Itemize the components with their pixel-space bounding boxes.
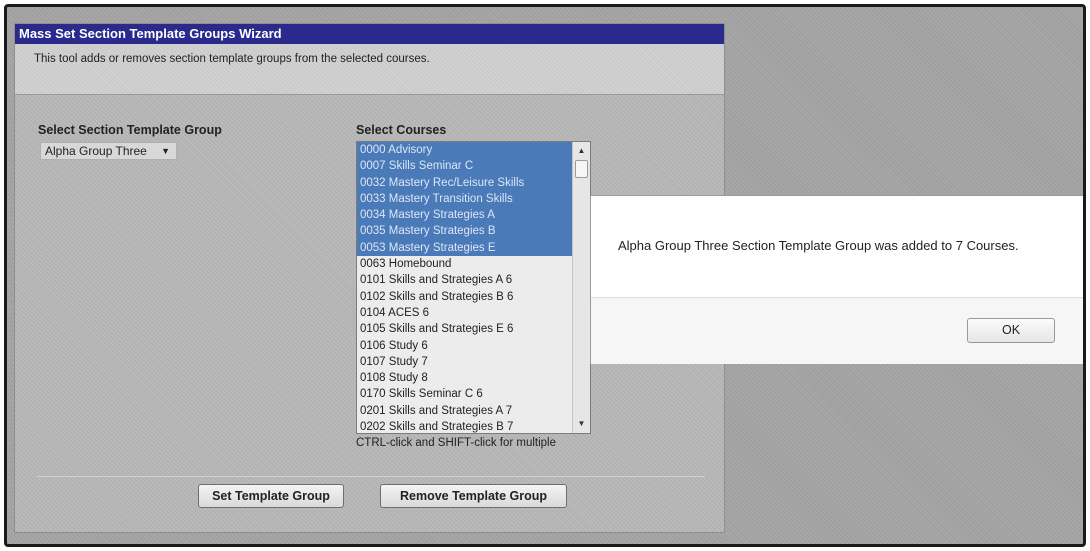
chevron-down-icon: ▼ (161, 146, 170, 156)
scrollbar-thumb[interactable] (575, 160, 588, 178)
wizard-title: Mass Set Section Template Groups Wizard (15, 24, 724, 44)
course-option[interactable]: 0053 Mastery Strategies E (357, 239, 573, 257)
multi-select-hint: CTRL-click and SHIFT-click for multiple (356, 437, 557, 449)
set-template-group-button[interactable]: Set Template Group (198, 484, 344, 508)
template-group-value: Alpha Group Three (45, 144, 147, 158)
course-option[interactable]: 0170 Skills Seminar C 6 (357, 386, 573, 402)
scroll-up-arrow-icon[interactable]: ▲ (573, 144, 590, 158)
course-option[interactable]: 0035 Mastery Strategies B (357, 223, 573, 240)
wizard-description: This tool adds or removes section templa… (34, 53, 430, 65)
course-option[interactable]: 0104 ACES 6 (357, 305, 573, 321)
remove-template-group-button[interactable]: Remove Template Group (380, 484, 567, 508)
group-select-label: Select Section Template Group (38, 123, 222, 137)
course-option[interactable]: 0007 Skills Seminar C (357, 158, 573, 175)
template-group-select[interactable]: Alpha Group Three ▼ (40, 142, 177, 160)
courses-scrollbar[interactable]: ▲ ▼ (572, 142, 590, 433)
app-frame: Mass Set Section Template Groups Wizard … (4, 4, 1086, 547)
course-option[interactable]: 0034 Mastery Strategies A (357, 207, 573, 224)
course-option[interactable]: 0032 Mastery Rec/Leisure Skills (357, 174, 573, 191)
courses-listbox[interactable]: 0000 Advisory 0007 Skills Seminar C 0032 M… (356, 141, 591, 434)
course-option[interactable]: 0000 Advisory (357, 142, 573, 159)
courses-items: 0000 Advisory 0007 Skills Seminar C 0032 M… (357, 142, 573, 433)
course-option[interactable]: 0063 Homebound (357, 256, 573, 272)
course-option[interactable]: 0106 Study 6 (357, 338, 573, 354)
confirmation-dialog: Alpha Group Three Section Template Group… (590, 195, 1083, 364)
course-option[interactable]: 0202 Skills and Strategies B 7 (357, 419, 573, 433)
course-option[interactable]: 0033 Mastery Transition Skills (357, 190, 573, 208)
course-option[interactable]: 0201 Skills and Strategies A 7 (357, 403, 573, 419)
wizard-description-area: This tool adds or removes section templa… (15, 44, 724, 95)
course-option[interactable]: 0105 Skills and Strategies E 6 (357, 321, 573, 337)
divider (37, 476, 705, 477)
courses-label: Select Courses (356, 123, 447, 137)
course-option[interactable]: 0108 Study 8 (357, 370, 573, 386)
scroll-down-arrow-icon[interactable]: ▼ (573, 417, 590, 431)
course-option[interactable]: 0102 Skills and Strategies B 6 (357, 289, 573, 305)
dialog-message: Alpha Group Three Section Template Group… (591, 196, 1083, 298)
ok-button[interactable]: OK (967, 318, 1055, 343)
dialog-footer: OK (591, 298, 1083, 364)
course-option[interactable]: 0101 Skills and Strategies A 6 (357, 272, 573, 288)
course-option[interactable]: 0107 Study 7 (357, 354, 573, 370)
